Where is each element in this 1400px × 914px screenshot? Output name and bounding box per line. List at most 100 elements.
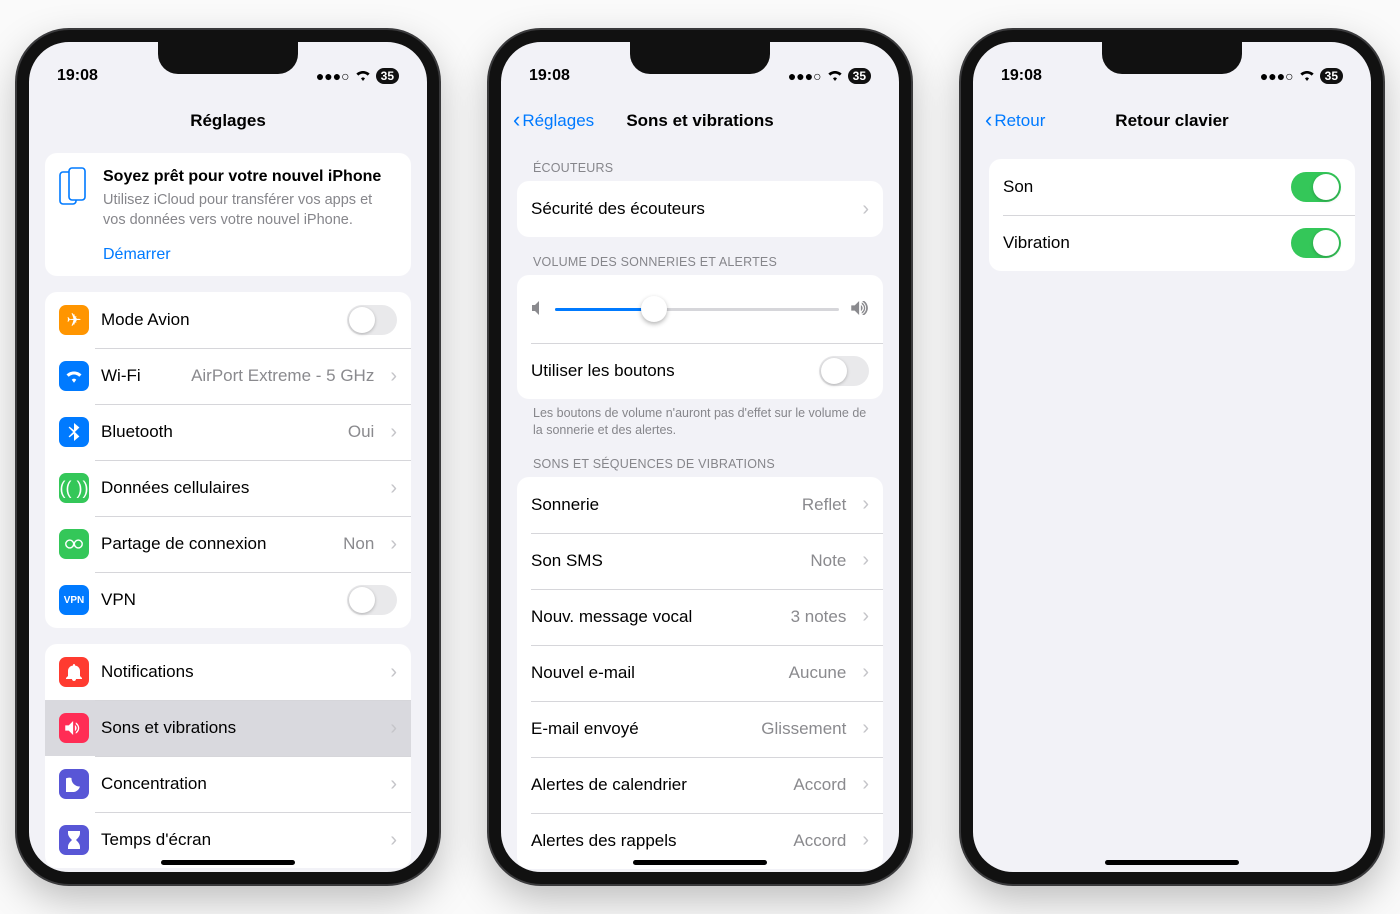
- vibration-toggle[interactable]: [1291, 228, 1341, 258]
- phone-settings: 19:08 ●●●○ 35 Réglages Soyez prêt pour v…: [17, 30, 439, 884]
- sounds-group: Sonnerie Reflet › Son SMS Note › Nouv. m…: [517, 477, 883, 869]
- volume-group: Utiliser les boutons: [517, 275, 883, 399]
- text-tone-value: Note: [810, 551, 846, 571]
- status-time: 19:08: [529, 67, 570, 85]
- battery-indicator: 35: [376, 68, 399, 84]
- sent-mail-value: Glissement: [761, 719, 846, 739]
- content: Soyez prêt pour votre nouvel iPhone Util…: [29, 143, 427, 883]
- moon-icon: [59, 769, 89, 799]
- row-voicemail[interactable]: Nouv. message vocal 3 notes ›: [517, 589, 883, 645]
- voicemail-label: Nouv. message vocal: [531, 607, 779, 627]
- battery-indicator: 35: [848, 68, 871, 84]
- status-icons: ●●●○ 35: [316, 68, 399, 84]
- back-button[interactable]: ‹ Réglages: [513, 111, 594, 131]
- reminder-alerts-value: Accord: [793, 831, 846, 851]
- headphones-group: Sécurité des écouteurs ›: [517, 181, 883, 237]
- chevron-right-icon: ›: [390, 661, 397, 684]
- row-sounds[interactable]: Sons et vibrations ›: [45, 700, 411, 756]
- airplane-toggle[interactable]: [347, 305, 397, 335]
- content: Son Vibration: [973, 143, 1371, 883]
- row-focus[interactable]: Concentration ›: [45, 756, 411, 812]
- row-bluetooth[interactable]: Bluetooth Oui ›: [45, 404, 411, 460]
- battery-indicator: 35: [1320, 68, 1343, 84]
- back-label: Réglages: [522, 111, 594, 131]
- voicemail-value: 3 notes: [791, 607, 847, 627]
- content: ÉCOUTEURS Sécurité des écouteurs › VOLUM…: [501, 143, 899, 883]
- chevron-left-icon: ‹: [985, 109, 992, 131]
- volume-low-icon: [531, 301, 543, 318]
- wifi-icon: [827, 68, 843, 84]
- antenna-icon: (( )): [59, 473, 89, 503]
- chevron-right-icon: ›: [862, 605, 869, 628]
- bluetooth-value: Oui: [348, 422, 374, 442]
- row-sent-mail[interactable]: E-mail envoyé Glissement ›: [517, 701, 883, 757]
- chevron-right-icon: ›: [862, 717, 869, 740]
- airplane-label: Mode Avion: [101, 310, 335, 330]
- sound-label: Son: [1003, 177, 1279, 197]
- volume-slider[interactable]: [555, 308, 839, 311]
- home-indicator[interactable]: [633, 860, 767, 865]
- status-icons: ●●●○ 35: [1260, 68, 1343, 84]
- navbar: Réglages: [29, 100, 427, 143]
- row-text-tone[interactable]: Son SMS Note ›: [517, 533, 883, 589]
- navbar: ‹ Réglages Sons et vibrations: [501, 100, 899, 143]
- row-new-mail[interactable]: Nouvel e-mail Aucune ›: [517, 645, 883, 701]
- row-vibration[interactable]: Vibration: [989, 215, 1355, 271]
- home-indicator[interactable]: [1105, 860, 1239, 865]
- row-airplane-mode[interactable]: ✈ Mode Avion: [45, 292, 411, 348]
- phone-sounds: 19:08 ●●●○ 35 ‹ Réglages Sons et vibrati…: [489, 30, 911, 884]
- wifi-icon: [355, 68, 371, 84]
- vpn-icon: VPN: [59, 585, 89, 615]
- chevron-right-icon: ›: [862, 661, 869, 684]
- chevron-right-icon: ›: [862, 549, 869, 572]
- hourglass-icon: [59, 825, 89, 855]
- chevron-right-icon: ›: [862, 773, 869, 796]
- chevron-right-icon: ›: [862, 198, 869, 221]
- row-sound[interactable]: Son: [989, 159, 1355, 215]
- cellular-label: Données cellulaires: [101, 478, 374, 498]
- iphone-setup-banner[interactable]: Soyez prêt pour votre nouvel iPhone Util…: [45, 153, 411, 276]
- vpn-label: VPN: [101, 590, 335, 610]
- calendar-alerts-value: Accord: [793, 775, 846, 795]
- chevron-right-icon: ›: [862, 493, 869, 516]
- chevron-right-icon: ›: [390, 717, 397, 740]
- wifi-settings-icon: [59, 361, 89, 391]
- chevron-right-icon: ›: [390, 829, 397, 852]
- notch: [1102, 42, 1242, 74]
- focus-label: Concentration: [101, 774, 374, 794]
- sent-mail-label: E-mail envoyé: [531, 719, 749, 739]
- status-time: 19:08: [57, 67, 98, 85]
- chevron-left-icon: ‹: [513, 109, 520, 131]
- phone-keyboard-feedback: 19:08 ●●●○ 35 ‹ Retour Retour clavier So…: [961, 30, 1383, 884]
- hotspot-label: Partage de connexion: [101, 534, 331, 554]
- page-title: Retour clavier: [1115, 111, 1228, 131]
- connectivity-group: ✈ Mode Avion Wi-Fi AirPort Extreme - 5 G…: [45, 292, 411, 628]
- row-hotspot[interactable]: Partage de connexion Non ›: [45, 516, 411, 572]
- notch: [630, 42, 770, 74]
- row-use-buttons[interactable]: Utiliser les boutons: [517, 343, 883, 399]
- home-indicator[interactable]: [161, 860, 295, 865]
- signal-icon: ●●●○: [1260, 68, 1294, 84]
- speaker-icon: [59, 713, 89, 743]
- vpn-toggle[interactable]: [347, 585, 397, 615]
- bluetooth-label: Bluetooth: [101, 422, 336, 442]
- page-title: Sons et vibrations: [626, 111, 773, 131]
- chevron-right-icon: ›: [390, 477, 397, 500]
- row-calendar-alerts[interactable]: Alertes de calendrier Accord ›: [517, 757, 883, 813]
- notifications-label: Notifications: [101, 662, 374, 682]
- row-wifi[interactable]: Wi-Fi AirPort Extreme - 5 GHz ›: [45, 348, 411, 404]
- sound-toggle[interactable]: [1291, 172, 1341, 202]
- new-mail-value: Aucune: [789, 663, 847, 683]
- banner-start-link[interactable]: Démarrer: [103, 246, 397, 264]
- use-buttons-toggle[interactable]: [819, 356, 869, 386]
- hotspot-value: Non: [343, 534, 374, 554]
- row-notifications[interactable]: Notifications ›: [45, 644, 411, 700]
- row-ringtone[interactable]: Sonnerie Reflet ›: [517, 477, 883, 533]
- row-headphone-safety[interactable]: Sécurité des écouteurs ›: [517, 181, 883, 237]
- ringer-volume-slider-row[interactable]: [517, 275, 883, 343]
- row-vpn[interactable]: VPN VPN: [45, 572, 411, 628]
- row-cellular[interactable]: (( )) Données cellulaires ›: [45, 460, 411, 516]
- notifications-group: Notifications › Sons et vibrations › Con…: [45, 644, 411, 868]
- text-tone-label: Son SMS: [531, 551, 798, 571]
- back-button[interactable]: ‹ Retour: [985, 111, 1045, 131]
